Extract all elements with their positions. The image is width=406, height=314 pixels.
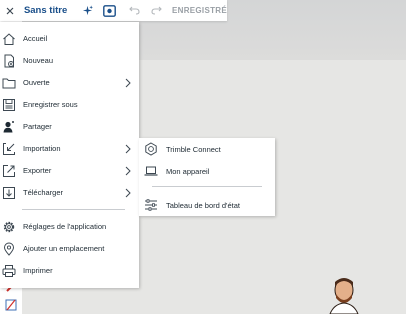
menu-divider: [22, 209, 125, 210]
submenu-item-label: Tableau de bord d'état: [166, 201, 240, 210]
menu-item-label: Accueil: [23, 34, 48, 43]
present-button[interactable]: [101, 3, 117, 19]
scale-figure-icon: [329, 278, 359, 314]
top-bar: Sans titre ENREGISTRÉ: [0, 0, 227, 21]
menu-item-enregistrer-sous[interactable]: Enregistrer sous: [0, 94, 139, 116]
menu-item-nouveau[interactable]: Nouveau: [0, 50, 139, 72]
submenu-item-mon-appareil[interactable]: Mon appareil: [139, 161, 275, 181]
screen-icon: [102, 4, 116, 17]
chevron-right-icon: [125, 188, 131, 198]
save-as-icon: [3, 99, 15, 111]
redo-button[interactable]: [148, 3, 164, 19]
menu-item-label: Ajouter un emplacement: [23, 244, 105, 253]
download-icon: [3, 187, 15, 199]
export-icon: [3, 165, 15, 177]
printer-icon: [2, 265, 16, 277]
submenu-item-label: Mon appareil: [166, 167, 210, 176]
location-pin-icon: [3, 242, 15, 256]
trimble-connect-icon: [145, 142, 157, 156]
submenu-item-tableau-de-bord[interactable]: Tableau de bord d'état: [139, 195, 275, 215]
menu-item-partager[interactable]: Partager: [0, 116, 139, 138]
submenu-item-label: Trimble Connect: [166, 145, 221, 154]
sparkle-button[interactable]: [79, 3, 95, 19]
menu-item-telecharger[interactable]: Télécharger: [0, 182, 139, 204]
save-status: ENREGISTRÉ: [171, 6, 227, 15]
menu-item-label: Enregistrer sous: [23, 100, 78, 109]
menu-item-ajouter-emplacement[interactable]: Ajouter un emplacement: [0, 238, 139, 260]
new-document-icon: [4, 54, 14, 68]
folder-icon: [2, 78, 16, 89]
undo-icon: [128, 6, 140, 15]
submenu-divider: [152, 186, 262, 187]
menu-item-label: Télécharger: [23, 188, 64, 197]
menu-item-label: Exporter: [23, 166, 52, 175]
dashboard-sliders-icon: [145, 199, 157, 211]
document-title[interactable]: Sans titre: [24, 5, 67, 16]
menu-item-reglages[interactable]: Réglages de l'application: [0, 216, 139, 238]
close-button[interactable]: [2, 0, 18, 21]
submenu-item-trimble-connect[interactable]: Trimble Connect: [139, 139, 275, 159]
menu-item-accueil[interactable]: Accueil: [0, 28, 139, 50]
menu-item-label: Partager: [23, 122, 52, 131]
menu-item-label: Imprimer: [23, 266, 53, 275]
share-user-icon: [3, 121, 14, 133]
redo-icon: [150, 6, 162, 15]
import-icon: [3, 143, 15, 155]
undo-button[interactable]: [126, 3, 142, 19]
line-tool-icon[interactable]: [4, 298, 18, 312]
main-menu: Accueil Nouveau Ouverte Enregistrer sous: [0, 22, 139, 288]
menu-item-importation[interactable]: Importation: [0, 138, 139, 160]
chevron-right-icon: [125, 78, 131, 88]
import-submenu: Trimble Connect Mon appareil Tableau de …: [139, 138, 275, 216]
close-icon: [6, 7, 14, 14]
menu-item-label: Ouverte: [23, 78, 50, 87]
gear-icon: [3, 221, 15, 233]
menu-item-label: Réglages de l'application: [23, 222, 107, 231]
home-icon: [3, 33, 15, 45]
laptop-icon: [144, 166, 158, 176]
menu-item-label: Nouveau: [23, 56, 54, 65]
menu-item-imprimer[interactable]: Imprimer: [0, 260, 139, 282]
menu-item-label: Importation: [23, 144, 61, 153]
chevron-right-icon: [125, 144, 131, 154]
chevron-right-icon: [125, 166, 131, 176]
menu-item-exporter[interactable]: Exporter: [0, 160, 139, 182]
sparkle-icon: [82, 5, 93, 16]
menu-item-ouverte[interactable]: Ouverte: [0, 72, 139, 94]
